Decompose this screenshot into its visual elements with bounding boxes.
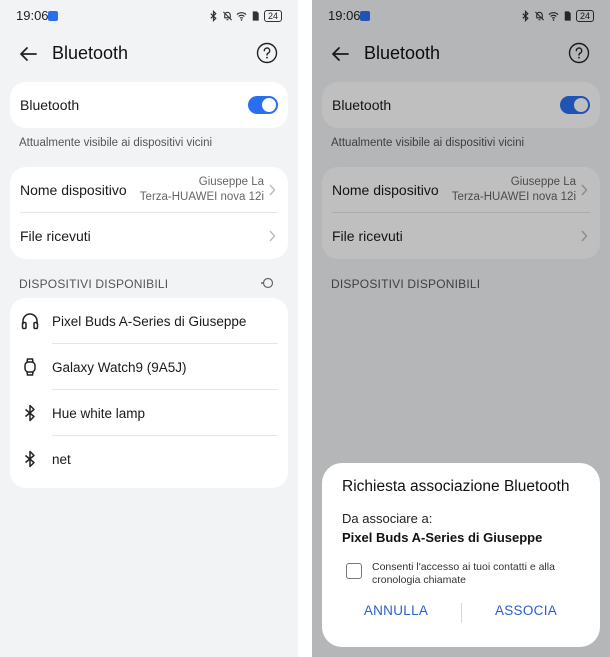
contacts-access-checkbox[interactable] — [346, 563, 362, 579]
device-item[interactable]: Pixel Buds A-Series di Giuseppe — [10, 298, 288, 344]
scan-refresh-icon[interactable] — [260, 276, 274, 290]
device-name-label: Nome dispositivo — [20, 182, 127, 198]
notification-icon — [48, 11, 58, 21]
available-devices-list: Pixel Buds A-Series di Giuseppe Galaxy W… — [10, 298, 288, 488]
pairing-dialog-screen: 19:06 24 Bluetooth Bluetooth Attualmente… — [312, 0, 610, 657]
contacts-access-label: Consenti l'accesso ai tuoi contatti e al… — [372, 561, 555, 586]
chevron-right-icon — [269, 184, 276, 196]
button-separator — [461, 603, 462, 623]
visibility-text: Attualmente visibile ai dispositivi vici… — [19, 137, 213, 149]
device-name: Galaxy Watch9 (9A5J) — [52, 359, 187, 375]
dialog-device-name: Pixel Buds A-Series di Giuseppe — [342, 530, 543, 545]
bluetooth-icon — [25, 450, 35, 468]
device-name: Hue white lamp — [52, 405, 146, 421]
battery-indicator: 24 — [263, 10, 282, 22]
page-title: Bluetooth — [52, 43, 129, 63]
received-files-label: File ricevuti — [20, 228, 91, 244]
device-info-card: Nome dispositivo Giuseppe La Terza-HUAWE… — [10, 167, 288, 259]
sim-icon — [252, 11, 259, 21]
bluetooth-toggle-row[interactable]: Bluetooth — [10, 82, 288, 128]
bluetooth-icon — [25, 404, 35, 422]
device-item[interactable]: Galaxy Watch9 (9A5J) — [10, 344, 288, 390]
device-name-value-line1: Giuseppe La — [198, 176, 264, 188]
cancel-button[interactable]: ANNULLA — [336, 603, 456, 618]
bluetooth-toggle-card: Bluetooth — [10, 82, 288, 128]
top-bar: Bluetooth — [0, 34, 298, 74]
status-icons: 24 — [208, 9, 282, 23]
bluetooth-status-icon — [210, 10, 217, 22]
device-name-value-line2: Terza-HUAWEI nova 12i — [139, 191, 264, 203]
headphones-icon — [21, 313, 39, 330]
available-devices-header: DISPOSITIVI DISPONIBILI — [19, 277, 169, 291]
received-files-row[interactable]: File ricevuti — [10, 213, 288, 259]
pairing-dialog: Richiesta associazione Bluetooth Da asso… — [322, 463, 600, 647]
help-icon[interactable] — [256, 42, 278, 64]
switch-knob — [262, 98, 276, 112]
chevron-right-icon — [269, 230, 276, 242]
device-name-row[interactable]: Nome dispositivo Giuseppe La Terza-HUAWE… — [10, 167, 288, 213]
bluetooth-settings-screen: 19:06 24 Bluetooth Bluetooth Attualmente… — [0, 0, 298, 657]
device-name-value: Giuseppe La Terza-HUAWEI nova 12i — [140, 175, 264, 205]
pair-button[interactable]: ASSOCIA — [466, 603, 586, 618]
device-name: net — [52, 451, 71, 467]
status-time: 19:06 — [16, 8, 49, 23]
mute-icon — [222, 11, 232, 21]
status-bar: 19:06 24 — [0, 0, 298, 32]
bluetooth-switch[interactable] — [248, 96, 278, 114]
wifi-icon — [236, 12, 247, 21]
watch-icon — [24, 358, 36, 376]
dialog-subtitle: Da associare a: — [342, 511, 433, 526]
device-name: Pixel Buds A-Series di Giuseppe — [52, 313, 247, 329]
bluetooth-toggle-label: Bluetooth — [20, 97, 80, 113]
back-arrow-icon[interactable] — [16, 42, 40, 66]
device-item[interactable]: Hue white lamp — [10, 390, 288, 436]
device-item[interactable]: net — [10, 436, 288, 482]
dialog-title: Richiesta associazione Bluetooth — [342, 478, 570, 495]
